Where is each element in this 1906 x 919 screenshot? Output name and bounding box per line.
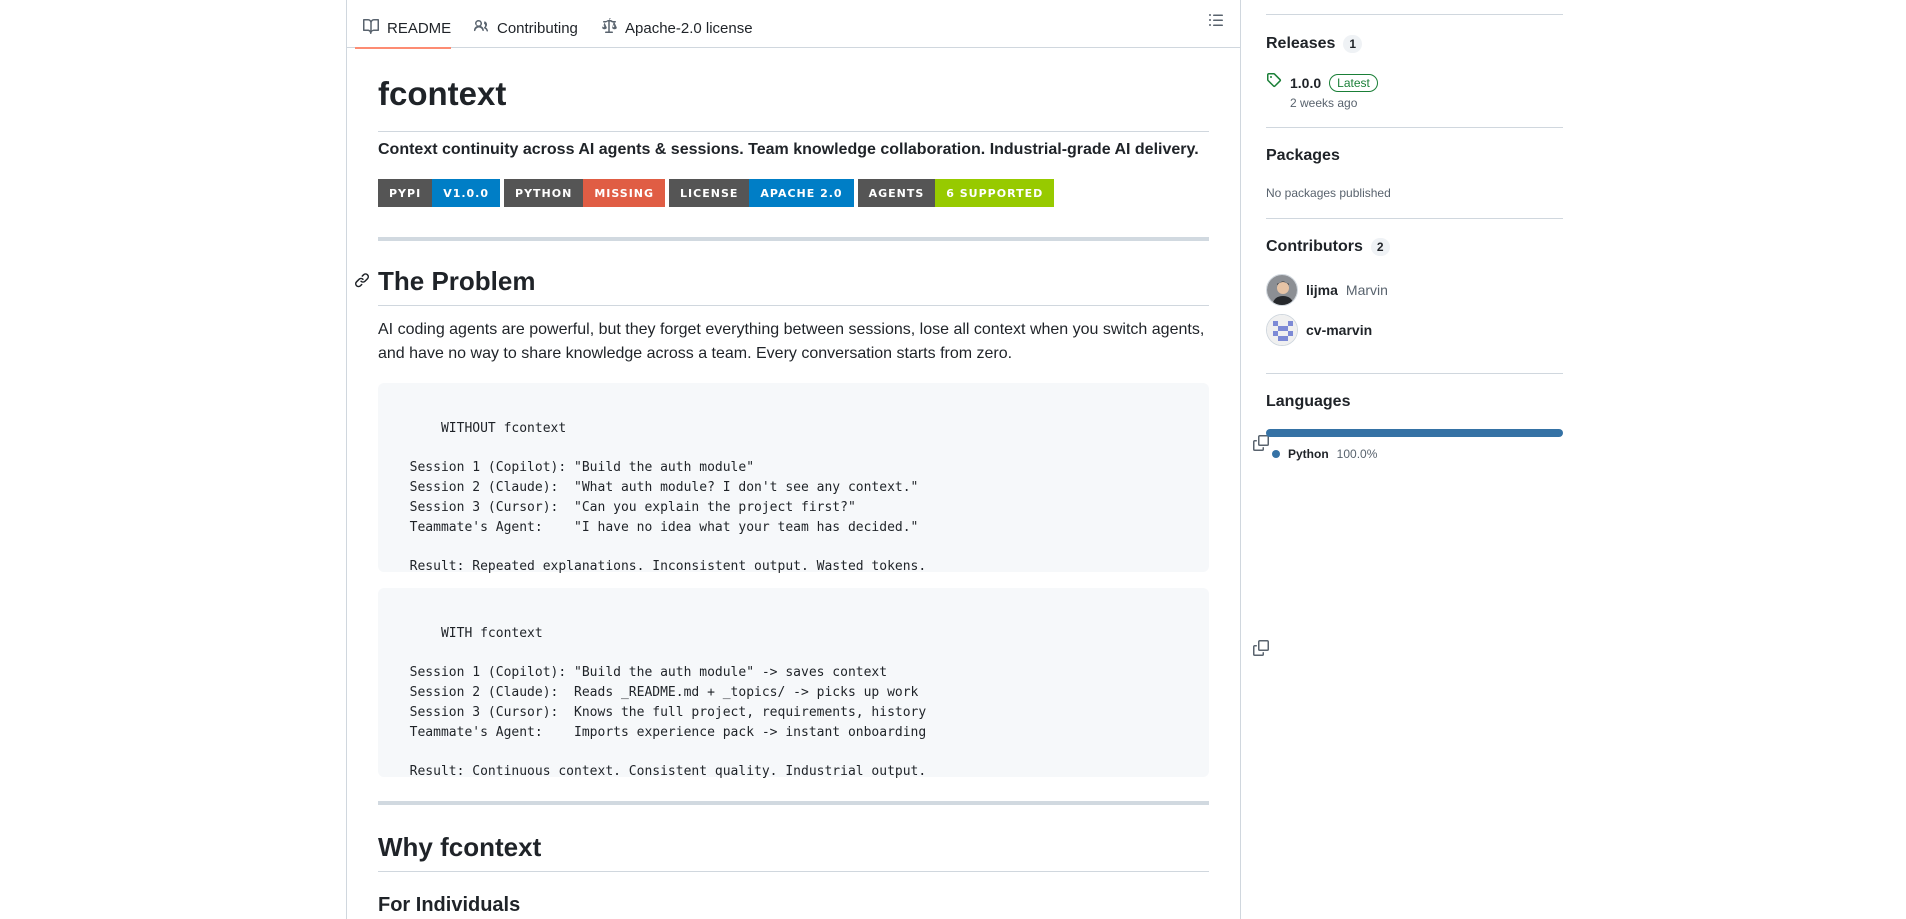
avatar[interactable]: [1266, 314, 1298, 346]
badge-value: V1.0.0: [432, 179, 501, 207]
contributor-login: lijma: [1306, 282, 1338, 298]
link-icon[interactable]: [354, 272, 370, 288]
tab-license[interactable]: Apache-2.0 license: [593, 8, 761, 48]
heading-for-individuals: For Individuals: [378, 894, 521, 916]
badge-value: MISSING: [583, 179, 666, 207]
languages-heading-label: Languages: [1266, 393, 1351, 410]
languages-heading: Languages: [1266, 393, 1350, 411]
list-unordered-icon: [1208, 14, 1224, 32]
tab-license-label: Apache-2.0 license: [625, 19, 753, 37]
tab-readme-label: README: [387, 19, 452, 37]
releases-count: 1: [1343, 35, 1363, 53]
language-color-dot: [1272, 450, 1280, 458]
heading-the-problem: The Problem: [378, 264, 1209, 306]
language-bar: [1266, 429, 1563, 437]
avatar[interactable]: [1266, 274, 1298, 306]
contributor-name: Marvin: [1345, 282, 1388, 298]
language-percent: 100.0%: [1336, 447, 1378, 461]
badge-agents[interactable]: AGENTS 6 SUPPORTED: [857, 179, 1055, 207]
contributors-heading-label: Contributors: [1266, 238, 1363, 255]
copy-icon: [1175, 434, 1270, 475]
contributor-item[interactable]: cv-marvin: [1266, 314, 1372, 346]
contributor-login: cv-marvin: [1306, 322, 1373, 338]
badge-pypi[interactable]: PYPI V1.0.0: [378, 179, 501, 207]
readme-title: fcontext: [378, 72, 1209, 132]
release-item[interactable]: 1.0.0 Latest: [1266, 72, 1378, 93]
release-time: 2 weeks ago: [1290, 96, 1358, 110]
outline-toggle-button[interactable]: [1208, 12, 1228, 32]
problem-paragraph: AI coding agents are powerful, but they …: [378, 321, 1205, 362]
readme-tabs: README Contributing Apache-2.0 license: [347, 0, 1240, 49]
tab-readme[interactable]: README: [355, 8, 452, 49]
releases-heading[interactable]: Releases 1: [1266, 35, 1363, 53]
sidebar-divider: [1266, 14, 1563, 15]
code-block-with: WITH fcontext Session 1 (Copilot): "Buil…: [378, 588, 1270, 780]
packages-heading[interactable]: Packages: [1266, 147, 1340, 165]
packages-heading-label: Packages: [1266, 147, 1340, 164]
language-name: Python: [1288, 447, 1329, 461]
people-icon: [473, 18, 489, 38]
sidebar-divider: [1266, 218, 1563, 219]
heading-why-fcontext: Why fcontext: [378, 830, 1209, 872]
code-block-without: WITHOUT fcontext Session 1 (Copilot): "B…: [378, 383, 1270, 575]
copy-button[interactable]: [1175, 395, 1270, 451]
badge-label: LICENSE: [669, 179, 750, 207]
copy-button[interactable]: [1175, 600, 1270, 656]
language-item[interactable]: Python 100.0%: [1272, 447, 1377, 461]
sidebar-divider: [1266, 127, 1563, 128]
badge-license[interactable]: LICENSE APACHE 2.0: [669, 179, 854, 207]
section-divider: [378, 801, 1209, 805]
badge-row: PYPI V1.0.0 PYTHON MISSING LICENSE APACH…: [378, 179, 1055, 207]
badge-label: PYPI: [378, 179, 433, 207]
badge-label: AGENTS: [857, 179, 936, 207]
readme-tagline: Context continuity across AI agents & se…: [378, 141, 1199, 158]
book-icon: [363, 18, 379, 38]
tab-contributing[interactable]: Contributing: [465, 8, 586, 48]
law-icon: [601, 18, 617, 38]
tab-contributing-label: Contributing: [497, 19, 578, 37]
badge-value: APACHE 2.0: [749, 179, 854, 207]
code-text: WITH fcontext Session 1 (Copilot): "Buil…: [409, 625, 927, 780]
releases-heading-label: Releases: [1266, 35, 1336, 52]
badge-value: 6 SUPPORTED: [935, 179, 1055, 207]
badge-python[interactable]: PYTHON MISSING: [504, 179, 666, 207]
contributors-heading[interactable]: Contributors 2: [1266, 238, 1390, 256]
tag-icon: [1266, 72, 1282, 93]
copy-icon: [1175, 639, 1270, 680]
sidebar-divider: [1266, 373, 1563, 374]
readme-panel: README Contributing Apache-2.0 license f…: [346, 0, 1270, 919]
section-divider: [378, 237, 1209, 241]
latest-badge: Latest: [1329, 73, 1378, 92]
contributor-item[interactable]: lijma Marvin: [1266, 274, 1388, 306]
contributors-count: 2: [1370, 238, 1390, 256]
code-text: WITHOUT fcontext Session 1 (Copilot): "B…: [409, 420, 927, 575]
no-packages-text: No packages published: [1266, 186, 1391, 200]
badge-label: PYTHON: [504, 179, 584, 207]
release-version[interactable]: 1.0.0: [1290, 75, 1321, 91]
